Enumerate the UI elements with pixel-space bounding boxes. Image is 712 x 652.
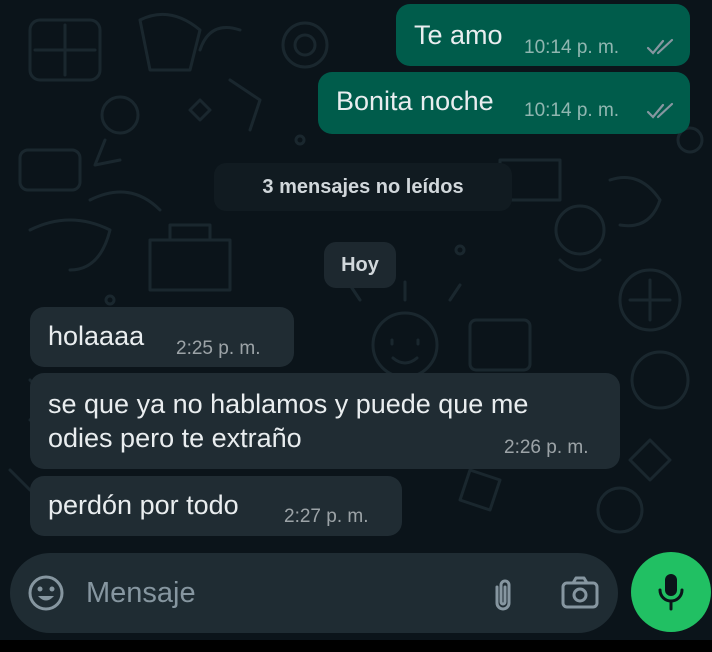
message-composer[interactable]: Mensaje: [10, 553, 618, 633]
date-pill: Hoy: [324, 242, 396, 288]
incoming-message[interactable]: perdón por todo 2:27 p. m.: [30, 476, 402, 536]
unread-messages-banner: 3 mensajes no leídos: [214, 163, 512, 211]
message-time: 2:26 p. m.: [504, 437, 589, 458]
double-check-icon: [646, 38, 674, 55]
system-nav-bar: [0, 640, 712, 652]
message-time: 2:25 p. m.: [176, 338, 261, 359]
mic-icon: [658, 574, 684, 611]
camera-icon[interactable]: [560, 575, 600, 611]
message-time: 10:14 p. m.: [524, 100, 620, 121]
message-text: perdón por todo: [48, 490, 239, 520]
message-text: Te amo: [414, 20, 503, 50]
message-time: 10:14 p. m.: [524, 37, 620, 58]
message-input[interactable]: Mensaje: [86, 575, 196, 611]
voice-record-button[interactable]: [631, 552, 711, 632]
chat-view: Te amo 10:14 p. m. Bonita noche 10:14 p.…: [0, 0, 712, 652]
attach-icon[interactable]: [488, 575, 518, 615]
message-text-line: odies pero te extraño: [48, 423, 302, 453]
message-text-line: se que ya no hablamos y puede que me: [48, 389, 529, 419]
message-text: holaaaa: [48, 321, 145, 351]
incoming-message[interactable]: se que ya no hablamos y puede que me odi…: [30, 373, 620, 469]
incoming-message[interactable]: holaaaa 2:25 p. m.: [30, 307, 294, 367]
double-check-icon: [646, 102, 674, 119]
message-text: Bonita noche: [336, 86, 494, 116]
emoji-icon[interactable]: [26, 573, 66, 613]
message-time: 2:27 p. m.: [284, 506, 369, 527]
outgoing-message[interactable]: Te amo 10:14 p. m.: [396, 4, 690, 66]
outgoing-message[interactable]: Bonita noche 10:14 p. m.: [318, 72, 690, 134]
